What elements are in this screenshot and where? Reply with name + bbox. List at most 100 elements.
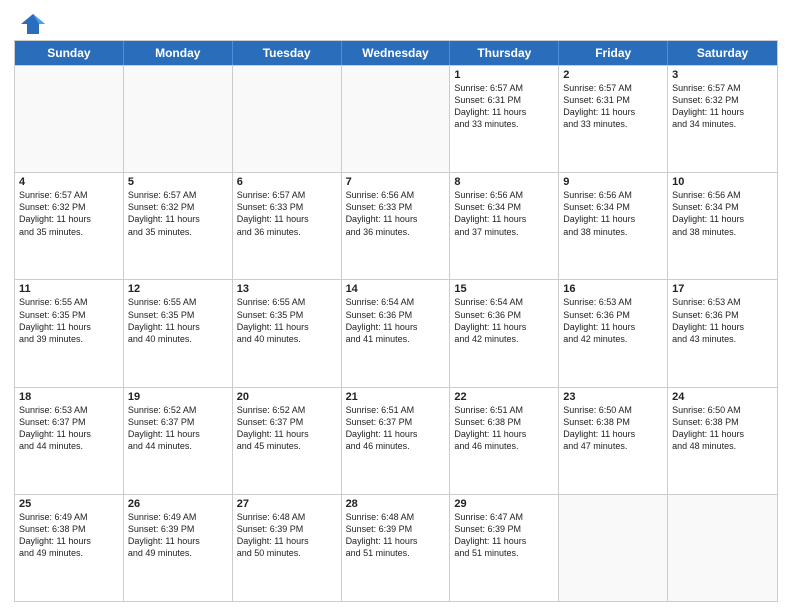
calendar-cell: 24Sunrise: 6:50 AM Sunset: 6:38 PM Dayli…	[668, 388, 777, 494]
day-number: 13	[237, 283, 337, 295]
day-number: 8	[454, 176, 554, 188]
day-number: 28	[346, 498, 446, 510]
day-info: Sunrise: 6:53 AM Sunset: 6:36 PM Dayligh…	[672, 296, 773, 345]
calendar-cell	[124, 66, 233, 172]
day-number: 14	[346, 283, 446, 295]
calendar-cell: 1Sunrise: 6:57 AM Sunset: 6:31 PM Daylig…	[450, 66, 559, 172]
day-number: 22	[454, 391, 554, 403]
day-info: Sunrise: 6:57 AM Sunset: 6:32 PM Dayligh…	[672, 82, 773, 131]
day-info: Sunrise: 6:56 AM Sunset: 6:34 PM Dayligh…	[454, 189, 554, 238]
calendar-row-5: 25Sunrise: 6:49 AM Sunset: 6:38 PM Dayli…	[15, 494, 777, 601]
calendar-cell: 9Sunrise: 6:56 AM Sunset: 6:34 PM Daylig…	[559, 173, 668, 279]
calendar-cell	[233, 66, 342, 172]
day-info: Sunrise: 6:51 AM Sunset: 6:37 PM Dayligh…	[346, 404, 446, 453]
calendar-cell: 7Sunrise: 6:56 AM Sunset: 6:33 PM Daylig…	[342, 173, 451, 279]
calendar-cell: 6Sunrise: 6:57 AM Sunset: 6:33 PM Daylig…	[233, 173, 342, 279]
day-number: 7	[346, 176, 446, 188]
day-info: Sunrise: 6:57 AM Sunset: 6:31 PM Dayligh…	[563, 82, 663, 131]
day-info: Sunrise: 6:48 AM Sunset: 6:39 PM Dayligh…	[237, 511, 337, 560]
day-number: 26	[128, 498, 228, 510]
day-number: 15	[454, 283, 554, 295]
calendar-cell: 23Sunrise: 6:50 AM Sunset: 6:38 PM Dayli…	[559, 388, 668, 494]
header	[14, 10, 778, 34]
calendar-cell: 4Sunrise: 6:57 AM Sunset: 6:32 PM Daylig…	[15, 173, 124, 279]
day-info: Sunrise: 6:50 AM Sunset: 6:38 PM Dayligh…	[672, 404, 773, 453]
day-info: Sunrise: 6:55 AM Sunset: 6:35 PM Dayligh…	[128, 296, 228, 345]
day-info: Sunrise: 6:47 AM Sunset: 6:39 PM Dayligh…	[454, 511, 554, 560]
calendar-cell: 20Sunrise: 6:52 AM Sunset: 6:37 PM Dayli…	[233, 388, 342, 494]
day-number: 16	[563, 283, 663, 295]
calendar-cell: 28Sunrise: 6:48 AM Sunset: 6:39 PM Dayli…	[342, 495, 451, 601]
day-number: 24	[672, 391, 773, 403]
day-info: Sunrise: 6:57 AM Sunset: 6:33 PM Dayligh…	[237, 189, 337, 238]
day-number: 11	[19, 283, 119, 295]
day-number: 2	[563, 69, 663, 81]
day-info: Sunrise: 6:52 AM Sunset: 6:37 PM Dayligh…	[128, 404, 228, 453]
day-number: 5	[128, 176, 228, 188]
calendar-row-3: 11 Sunrise: 6:55 AM Sunset: 6:35 PM Dayli…	[15, 279, 777, 386]
calendar-cell	[668, 495, 777, 601]
calendar-row-1: 1Sunrise: 6:57 AM Sunset: 6:31 PM Daylig…	[15, 65, 777, 172]
calendar-cell: 5Sunrise: 6:57 AM Sunset: 6:32 PM Daylig…	[124, 173, 233, 279]
day-info: Sunrise: 6:56 AM Sunset: 6:33 PM Dayligh…	[346, 189, 446, 238]
calendar-header-row: SundayMondayTuesdayWednesdayThursdayFrid…	[15, 41, 777, 65]
day-info: Sunrise: 6:56 AM Sunset: 6:34 PM Dayligh…	[672, 189, 773, 238]
calendar-cell: 2Sunrise: 6:57 AM Sunset: 6:31 PM Daylig…	[559, 66, 668, 172]
day-info: Sunrise: 6:49 AM Sunset: 6:39 PM Dayligh…	[128, 511, 228, 560]
day-number: 27	[237, 498, 337, 510]
day-info: Sunrise: 6:57 AM Sunset: 6:32 PM Dayligh…	[128, 189, 228, 238]
calendar-cell: 16Sunrise: 6:53 AM Sunset: 6:36 PM Dayli…	[559, 280, 668, 386]
day-info: Sunrise: 6:50 AM Sunset: 6:38 PM Dayligh…	[563, 404, 663, 453]
calendar-cell: 25Sunrise: 6:49 AM Sunset: 6:38 PM Dayli…	[15, 495, 124, 601]
day-number: 23	[563, 391, 663, 403]
weekday-header-sunday: Sunday	[15, 41, 124, 65]
weekday-header-tuesday: Tuesday	[233, 41, 342, 65]
day-info: Sunrise: 6:51 AM Sunset: 6:38 PM Dayligh…	[454, 404, 554, 453]
calendar-cell: 14Sunrise: 6:54 AM Sunset: 6:36 PM Dayli…	[342, 280, 451, 386]
day-info: Sunrise: 6:53 AM Sunset: 6:36 PM Dayligh…	[563, 296, 663, 345]
logo	[14, 10, 47, 34]
logo-bird-icon	[19, 10, 47, 38]
day-number: 12	[128, 283, 228, 295]
calendar-cell	[342, 66, 451, 172]
day-number: 1	[454, 69, 554, 81]
page: SundayMondayTuesdayWednesdayThursdayFrid…	[0, 0, 792, 612]
calendar-cell: 11Sunrise: 6:55 AM Sunset: 6:35 PM Dayli…	[15, 280, 124, 386]
day-number: 9	[563, 176, 663, 188]
day-number: 21	[346, 391, 446, 403]
calendar-cell: 15Sunrise: 6:54 AM Sunset: 6:36 PM Dayli…	[450, 280, 559, 386]
day-number: 19	[128, 391, 228, 403]
weekday-header-thursday: Thursday	[450, 41, 559, 65]
day-number: 10	[672, 176, 773, 188]
calendar: SundayMondayTuesdayWednesdayThursdayFrid…	[14, 40, 778, 602]
day-info: Sunrise: 6:56 AM Sunset: 6:34 PM Dayligh…	[563, 189, 663, 238]
day-info: Sunrise: 6:48 AM Sunset: 6:39 PM Dayligh…	[346, 511, 446, 560]
day-info: Sunrise: 6:49 AM Sunset: 6:38 PM Dayligh…	[19, 511, 119, 560]
weekday-header-wednesday: Wednesday	[342, 41, 451, 65]
calendar-cell	[559, 495, 668, 601]
day-info: Sunrise: 6:52 AM Sunset: 6:37 PM Dayligh…	[237, 404, 337, 453]
calendar-cell: 19Sunrise: 6:52 AM Sunset: 6:37 PM Dayli…	[124, 388, 233, 494]
day-info: Sunrise: 6:57 AM Sunset: 6:31 PM Dayligh…	[454, 82, 554, 131]
day-number: 3	[672, 69, 773, 81]
day-number: 25	[19, 498, 119, 510]
day-info: Sunrise: 6:53 AM Sunset: 6:37 PM Dayligh…	[19, 404, 119, 453]
calendar-row-2: 4Sunrise: 6:57 AM Sunset: 6:32 PM Daylig…	[15, 172, 777, 279]
day-number: 29	[454, 498, 554, 510]
calendar-cell: 22Sunrise: 6:51 AM Sunset: 6:38 PM Dayli…	[450, 388, 559, 494]
calendar-cell: 3Sunrise: 6:57 AM Sunset: 6:32 PM Daylig…	[668, 66, 777, 172]
calendar-cell: 17Sunrise: 6:53 AM Sunset: 6:36 PM Dayli…	[668, 280, 777, 386]
day-info: Sunrise: 6:54 AM Sunset: 6:36 PM Dayligh…	[454, 296, 554, 345]
calendar-cell: 21Sunrise: 6:51 AM Sunset: 6:37 PM Dayli…	[342, 388, 451, 494]
calendar-cell: 12Sunrise: 6:55 AM Sunset: 6:35 PM Dayli…	[124, 280, 233, 386]
weekday-header-saturday: Saturday	[668, 41, 777, 65]
calendar-row-4: 18Sunrise: 6:53 AM Sunset: 6:37 PM Dayli…	[15, 387, 777, 494]
weekday-header-friday: Friday	[559, 41, 668, 65]
calendar-cell: 27Sunrise: 6:48 AM Sunset: 6:39 PM Dayli…	[233, 495, 342, 601]
calendar-cell: 18Sunrise: 6:53 AM Sunset: 6:37 PM Dayli…	[15, 388, 124, 494]
day-info: Sunrise: 6:54 AM Sunset: 6:36 PM Dayligh…	[346, 296, 446, 345]
calendar-cell: 13Sunrise: 6:55 AM Sunset: 6:35 PM Dayli…	[233, 280, 342, 386]
calendar-cell: 29Sunrise: 6:47 AM Sunset: 6:39 PM Dayli…	[450, 495, 559, 601]
day-info: Sunrise: 6:57 AM Sunset: 6:32 PM Dayligh…	[19, 189, 119, 238]
day-number: 4	[19, 176, 119, 188]
